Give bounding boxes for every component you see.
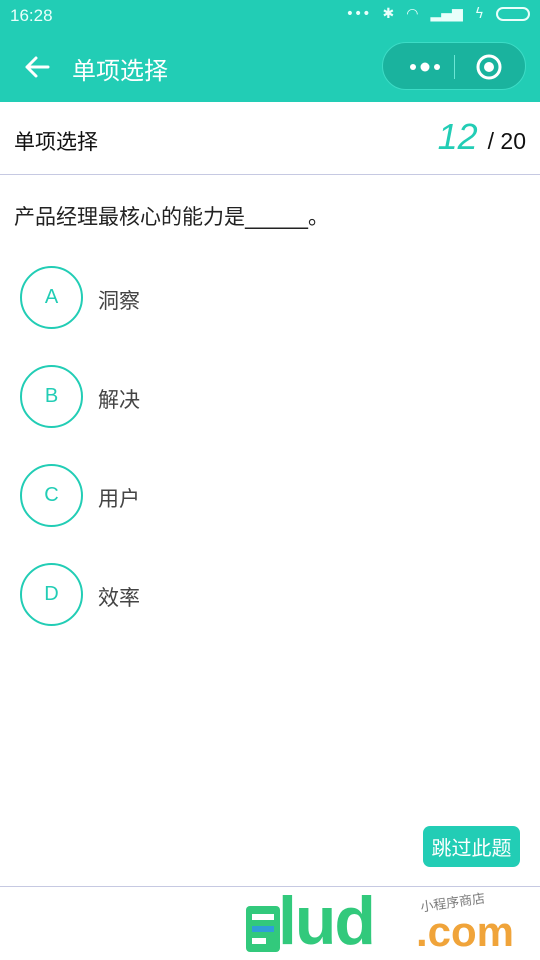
- watermark-domain: .com: [416, 908, 515, 955]
- signal-icon: ▂▄▆: [430, 6, 463, 22]
- dots-icon: •••: [345, 6, 371, 22]
- top-bar: 16:28 ••• ✱ ◠ ▂▄▆ ϟ 单项选择: [0, 0, 540, 102]
- wifi-icon: ◠: [406, 6, 419, 22]
- option-b[interactable]: B 解决: [20, 365, 520, 464]
- current-question-number: 12: [437, 116, 478, 157]
- nav-bar: 单项选择: [0, 32, 540, 102]
- status-icons: ••• ✱ ◠ ▂▄▆ ϟ: [346, 6, 530, 22]
- back-arrow-icon[interactable]: [22, 52, 52, 82]
- nav-title: 单项选择: [72, 57, 168, 85]
- battery-icon: [496, 7, 530, 21]
- options-list: A 洞察 B 解决 C 用户 D 效率: [20, 266, 520, 662]
- skip-question-button[interactable]: 跳过此题: [423, 826, 520, 867]
- charging-icon: ϟ: [474, 6, 484, 22]
- option-key-circle[interactable]: A: [20, 266, 83, 329]
- option-key-circle[interactable]: B: [20, 365, 83, 428]
- option-label[interactable]: 洞察: [98, 285, 140, 315]
- status-bar: 16:28 ••• ✱ ◠ ▂▄▆ ϟ: [0, 0, 540, 32]
- more-dots-icon[interactable]: [405, 55, 445, 79]
- option-label[interactable]: 效率: [98, 582, 140, 612]
- status-time: 16:28: [10, 6, 53, 25]
- option-key-circle[interactable]: C: [20, 464, 83, 527]
- total-questions: / 20: [487, 128, 526, 154]
- question-text: 产品经理最核心的能力是______。: [14, 205, 329, 229]
- option-d[interactable]: D 效率: [20, 563, 520, 662]
- target-close-icon[interactable]: [475, 53, 503, 81]
- section-title: 单项选择: [14, 130, 98, 154]
- option-a[interactable]: A 洞察: [20, 266, 520, 365]
- bottom-divider: [0, 886, 540, 887]
- question-progress: 12 / 20: [438, 116, 526, 158]
- capsule-divider: [454, 55, 455, 79]
- option-label[interactable]: 解决: [98, 384, 140, 414]
- watermark: lud .com 小程序商店: [240, 883, 540, 960]
- mini-program-capsule: [382, 42, 526, 90]
- option-label[interactable]: 用户: [98, 483, 140, 513]
- option-c[interactable]: C 用户: [20, 464, 520, 563]
- bluetooth-icon: ✱: [382, 6, 395, 22]
- option-key-circle[interactable]: D: [20, 563, 83, 626]
- question-header: 单项选择 12 / 20: [0, 102, 540, 175]
- watermark-brand: lud: [278, 883, 376, 959]
